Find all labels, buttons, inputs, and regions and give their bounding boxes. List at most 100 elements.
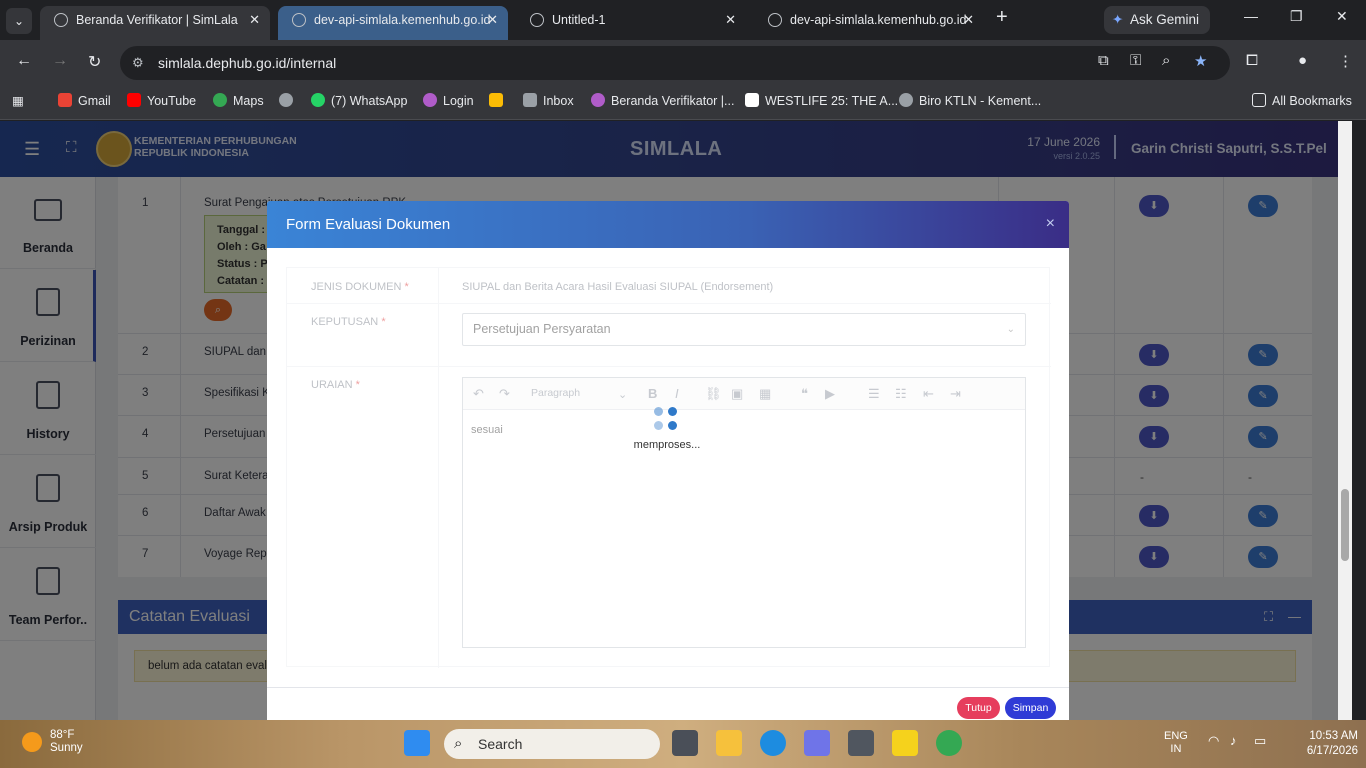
extensions-icon[interactable]: ⧠ bbox=[1246, 52, 1258, 69]
ask-gemini-button[interactable]: ✦ Ask Gemini bbox=[1104, 6, 1210, 34]
bookmark-beranda[interactable]: Beranda Verifikator |... bbox=[591, 93, 734, 108]
bookmark-label: Maps bbox=[233, 94, 264, 108]
chrome-icon[interactable] bbox=[936, 730, 962, 756]
modal-close-icon[interactable]: × bbox=[1046, 215, 1055, 233]
media-icon[interactable]: ▶ bbox=[825, 386, 835, 402]
italic-icon[interactable]: I bbox=[675, 386, 679, 401]
forward-icon[interactable]: → bbox=[52, 52, 68, 70]
tab-close-icon[interactable]: ✕ bbox=[963, 6, 974, 34]
whatsapp-icon bbox=[311, 93, 325, 107]
back-icon[interactable]: ← bbox=[16, 52, 32, 70]
zoom-icon[interactable]: ⌕ bbox=[1162, 52, 1170, 69]
maps-icon bbox=[213, 93, 227, 107]
search-icon: ⌕ bbox=[454, 735, 463, 752]
address-bar[interactable]: ⚙ simlala.dephub.go.id/internal bbox=[120, 46, 1230, 80]
tab-search-button[interactable]: ⌄ bbox=[6, 8, 32, 34]
bookmark-star-icon[interactable]: ★ bbox=[1194, 52, 1207, 70]
copilot-icon[interactable] bbox=[804, 730, 830, 756]
site-info-icon[interactable]: ⚙ bbox=[132, 46, 144, 80]
chrome-menu-icon[interactable]: ⋮ bbox=[1338, 52, 1353, 70]
bookmark-label: Login bbox=[443, 94, 474, 108]
all-bookmarks[interactable]: All Bookmarks bbox=[1252, 93, 1352, 108]
bookmark-inbox[interactable]: Inbox bbox=[523, 93, 574, 108]
weather-temp: 88°F bbox=[50, 729, 75, 741]
tutup-button[interactable]: Tutup bbox=[957, 697, 1000, 719]
language-indicator[interactable]: ENG IN bbox=[1164, 730, 1188, 756]
bookmark-westlife[interactable]: WESTLIFE 25: THE A... bbox=[745, 93, 898, 108]
tab-favicon-icon bbox=[530, 13, 544, 27]
loading-spinner-icon bbox=[654, 407, 680, 433]
scrollbar-thumb[interactable] bbox=[1341, 489, 1349, 561]
tab-favicon-icon bbox=[292, 13, 306, 27]
tab-dev-api-2[interactable]: dev-api-simlala.kemenhub.go.id ✕ bbox=[754, 6, 984, 40]
edge-icon[interactable] bbox=[760, 730, 786, 756]
bookmarks-bar: ▦ Gmail YouTube Maps (7) WhatsApp Login … bbox=[0, 86, 1366, 120]
undo-icon[interactable]: ↶ bbox=[473, 386, 484, 402]
uraian-rich-text-editor[interactable]: ↶ ↷ Paragraph ⌄ B I ⛓ ▣ ▦ ❝ ▶ ☰ ☷ ⇤ ⇥ se… bbox=[462, 377, 1026, 648]
login-icon bbox=[423, 93, 437, 107]
paragraph-style-select[interactable]: Paragraph bbox=[531, 387, 580, 399]
modal-footer-divider bbox=[267, 687, 1069, 688]
battery-icon[interactable]: ▭ bbox=[1254, 734, 1266, 747]
window-close-icon[interactable]: ✕ bbox=[1336, 8, 1348, 25]
bookmark-gmail[interactable]: Gmail bbox=[58, 93, 111, 108]
camera-app-icon[interactable] bbox=[848, 730, 874, 756]
taskbar-search[interactable]: ⌕ Search bbox=[444, 729, 660, 759]
password-key-icon[interactable]: ⚿ bbox=[1130, 52, 1141, 69]
bookmark-pinwheel[interactable] bbox=[489, 93, 509, 108]
jenis-dokumen-value: SIUPAL dan Berita Acara Hasil Evaluasi S… bbox=[462, 281, 774, 293]
minimize-icon[interactable]: — bbox=[1244, 8, 1258, 24]
install-app-icon[interactable]: ⧉ bbox=[1098, 52, 1109, 69]
bookmark-login[interactable]: Login bbox=[423, 93, 474, 108]
tab-untitled[interactable]: Untitled-1 ✕ bbox=[516, 6, 746, 40]
taskbar-clock[interactable]: 10:53 AM 6/17/2026 bbox=[1286, 729, 1358, 759]
reload-icon[interactable]: ↻ bbox=[88, 52, 101, 72]
tab-close-icon[interactable]: ✕ bbox=[487, 6, 498, 34]
clock-date: 6/17/2026 bbox=[1306, 745, 1358, 757]
tab-dev-api-1[interactable]: dev-api-simlala.kemenhub.go.id ✕ bbox=[278, 6, 508, 40]
profile-avatar-icon[interactable]: ● bbox=[1298, 52, 1307, 69]
volume-icon[interactable]: ♪ bbox=[1230, 734, 1237, 747]
keputusan-select[interactable]: Persetujuan Persyaratan ⌄ bbox=[462, 313, 1026, 346]
browser-tab-strip: ⌄ Beranda Verifikator | SimLala ✕ dev-ap… bbox=[0, 0, 1366, 40]
evaluation-form: JENIS DOKUMEN * SIUPAL dan Berita Acara … bbox=[286, 267, 1051, 668]
bookmark-biro-ktln[interactable]: Biro KTLN - Kement... bbox=[899, 93, 1041, 108]
simlala-icon bbox=[591, 93, 605, 107]
simpan-button[interactable]: Simpan bbox=[1005, 697, 1056, 719]
bookmark-whatsapp[interactable]: (7) WhatsApp bbox=[311, 93, 407, 108]
numbered-list-icon[interactable]: ☷ bbox=[895, 386, 907, 402]
file-explorer-icon[interactable] bbox=[716, 730, 742, 756]
page-scrollbar[interactable] bbox=[1338, 121, 1352, 720]
task-view-icon[interactable] bbox=[672, 730, 698, 756]
form-divider bbox=[438, 268, 439, 668]
bulleted-list-icon[interactable]: ☰ bbox=[868, 386, 880, 402]
tab-close-icon[interactable]: ✕ bbox=[249, 6, 260, 34]
blockquote-icon[interactable]: ❝ bbox=[801, 386, 808, 402]
table-icon[interactable]: ▦ bbox=[759, 386, 771, 402]
bookmark-globe[interactable] bbox=[279, 93, 299, 108]
label-text: URAIAN bbox=[311, 379, 353, 391]
maximize-icon[interactable]: ❐ bbox=[1290, 8, 1303, 25]
bold-icon[interactable]: B bbox=[648, 386, 657, 401]
indent-icon[interactable]: ⇥ bbox=[950, 386, 961, 402]
bookmark-maps[interactable]: Maps bbox=[213, 93, 264, 108]
windows-start-icon[interactable] bbox=[404, 730, 430, 756]
sticky-notes-icon[interactable] bbox=[892, 730, 918, 756]
link-icon[interactable]: ⛓ bbox=[705, 386, 722, 402]
outdent-icon[interactable]: ⇤ bbox=[923, 386, 934, 402]
bookmark-label: (7) WhatsApp bbox=[331, 94, 408, 108]
new-tab-icon[interactable]: + bbox=[996, 6, 1008, 29]
redo-icon[interactable]: ↷ bbox=[499, 386, 510, 402]
bookmark-label: Inbox bbox=[543, 94, 574, 108]
label-text: JENIS DOKUMEN bbox=[311, 281, 402, 293]
apps-grid-icon[interactable]: ▦ bbox=[12, 93, 24, 108]
tab-beranda-verifikator[interactable]: Beranda Verifikator | SimLala ✕ bbox=[40, 6, 270, 40]
bookmark-youtube[interactable]: YouTube bbox=[127, 93, 196, 108]
image-icon[interactable]: ▣ bbox=[731, 386, 743, 402]
editor-content[interactable]: sesuai bbox=[471, 424, 503, 436]
tab-title: dev-api-simlala.kemenhub.go.id bbox=[790, 13, 967, 27]
folder-icon bbox=[1252, 93, 1266, 107]
clock-time: 10:53 AM bbox=[1309, 730, 1358, 742]
tab-close-icon[interactable]: ✕ bbox=[725, 6, 736, 34]
wifi-icon[interactable]: ◠ bbox=[1208, 734, 1219, 747]
